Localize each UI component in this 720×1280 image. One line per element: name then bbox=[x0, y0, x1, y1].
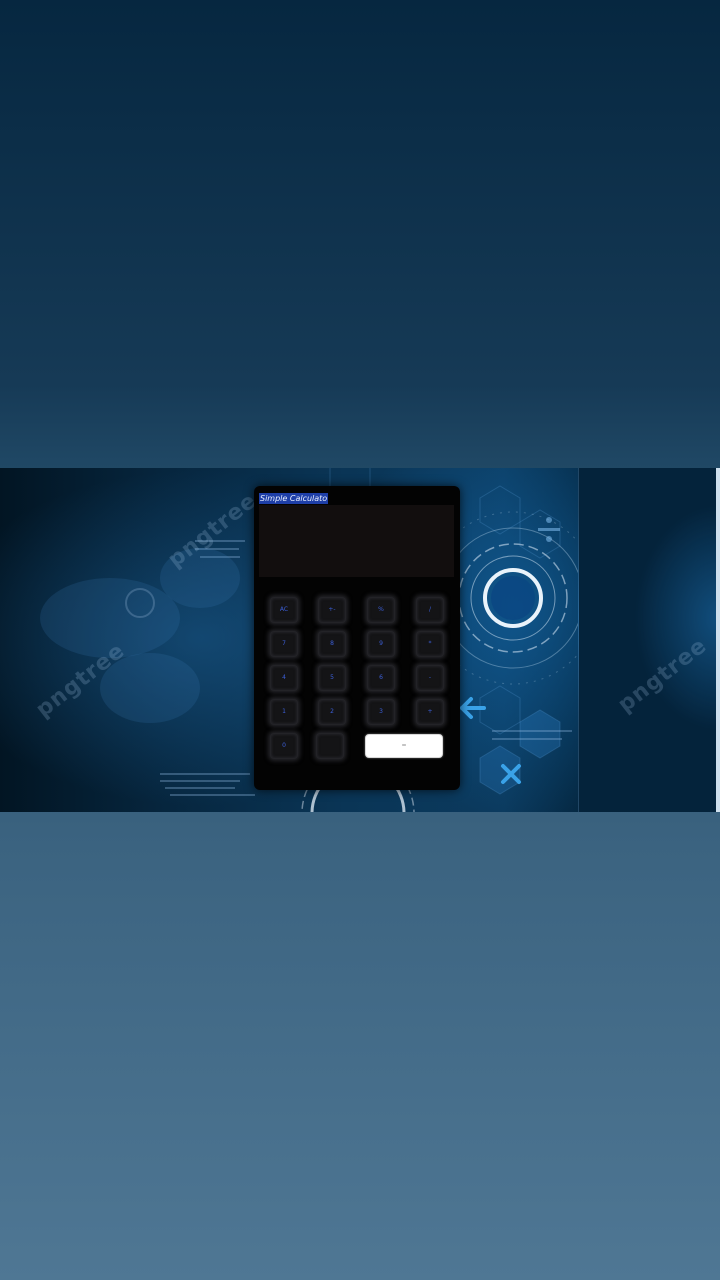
digit-8-button[interactable]: 8 bbox=[318, 631, 346, 657]
multiply-button[interactable]: * bbox=[416, 631, 444, 657]
digit-1-button[interactable]: 1 bbox=[270, 699, 298, 725]
decimal-button[interactable] bbox=[316, 733, 344, 759]
calculator: Simple Calculato AC +- % / 7 8 9 * 4 5 6… bbox=[254, 486, 460, 790]
digit-4-button[interactable]: 4 bbox=[270, 665, 298, 691]
image-edge bbox=[716, 468, 720, 812]
digit-7-button[interactable]: 7 bbox=[270, 631, 298, 657]
digit-9-button[interactable]: 9 bbox=[367, 631, 395, 657]
divide-button[interactable]: / bbox=[416, 597, 444, 623]
add-button[interactable]: + bbox=[416, 699, 444, 725]
digit-6-button[interactable]: 6 bbox=[367, 665, 395, 691]
digit-2-button[interactable]: 2 bbox=[318, 699, 346, 725]
percent-button[interactable]: % bbox=[367, 597, 395, 623]
subtract-button[interactable]: - bbox=[416, 665, 444, 691]
digit-0-button[interactable]: 0 bbox=[270, 733, 298, 759]
equals-button[interactable]: = bbox=[365, 734, 443, 758]
clear-button[interactable]: AC bbox=[270, 597, 298, 623]
calculator-display bbox=[259, 505, 454, 577]
digit-5-button[interactable]: 5 bbox=[318, 665, 346, 691]
calculator-title: Simple Calculato bbox=[259, 493, 329, 504]
sign-toggle-button[interactable]: +- bbox=[318, 597, 346, 623]
digit-3-button[interactable]: 3 bbox=[367, 699, 395, 725]
